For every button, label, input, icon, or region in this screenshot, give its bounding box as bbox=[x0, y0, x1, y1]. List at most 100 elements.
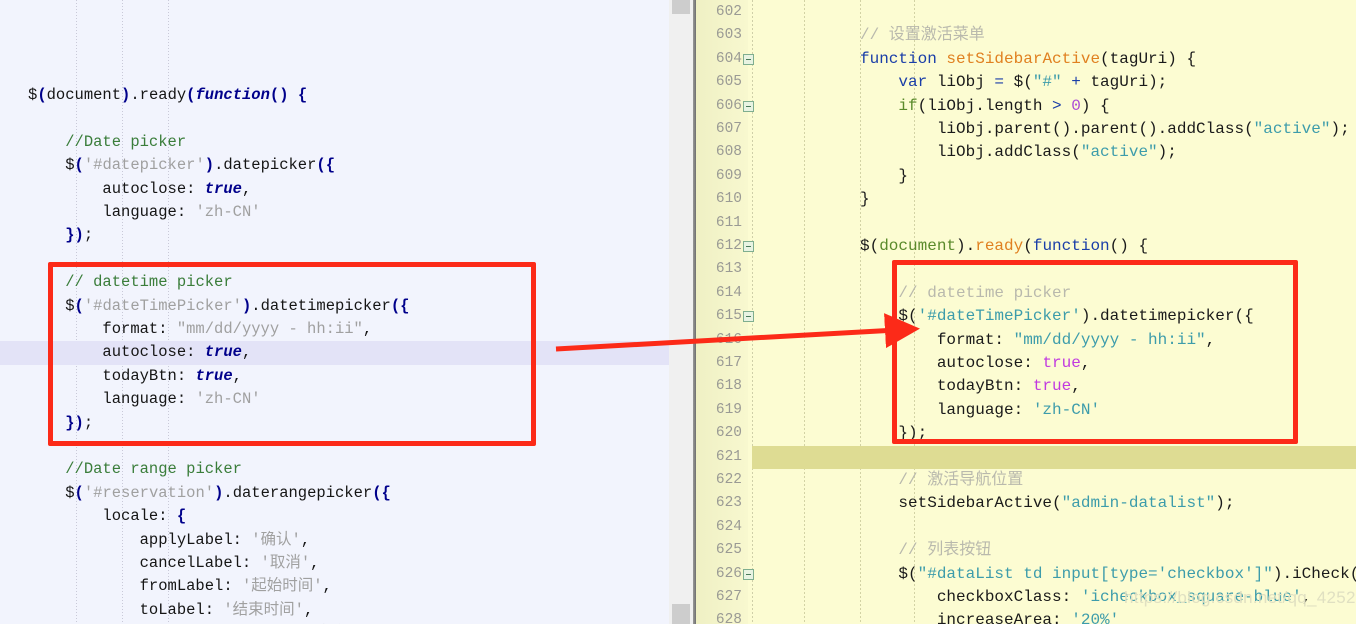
code-token: '20%' bbox=[1071, 611, 1120, 624]
code-token: ) bbox=[204, 156, 215, 175]
left-highlight-box bbox=[48, 262, 536, 446]
fold-toggle-icon[interactable] bbox=[743, 311, 754, 323]
fold-toggle-icon[interactable] bbox=[743, 568, 754, 580]
code-token: // 列表按钮 bbox=[898, 541, 992, 560]
code-token: (tagUri) { bbox=[1100, 49, 1197, 68]
line-number: 610 bbox=[715, 191, 742, 208]
code-token: cancelLabel: bbox=[28, 554, 261, 572]
code-token: '#reservation' bbox=[83, 483, 215, 502]
right-highlight-box bbox=[892, 260, 1298, 444]
line-number: 611 bbox=[715, 214, 742, 231]
code-token: "admin-datalist" bbox=[1061, 494, 1216, 513]
code-token: autoclose: bbox=[28, 179, 205, 198]
code-line: autoclose: true, bbox=[0, 178, 669, 201]
code-token: checkboxClass: bbox=[860, 588, 1081, 606]
code-token: '确认' bbox=[251, 530, 301, 549]
code-line: if(liObj.length > 0) { bbox=[696, 95, 1356, 118]
code-line: function setSidebarActive(tagUri) { bbox=[696, 48, 1356, 71]
scrollbar-thumb-bottom[interactable] bbox=[672, 604, 690, 624]
line-number: 621 bbox=[715, 448, 742, 465]
code-token: language: bbox=[28, 203, 196, 221]
line-number: 612 bbox=[715, 238, 742, 254]
fold-toggle-icon[interactable] bbox=[743, 241, 754, 252]
code-line: //Date picker bbox=[0, 131, 669, 154]
code-line: $(document).ready(function() { bbox=[696, 235, 1356, 258]
line-number: 627 bbox=[715, 589, 742, 605]
line-number: 616 bbox=[715, 331, 742, 348]
code-token: fromLabel: bbox=[28, 577, 242, 596]
code-token: .datepicker bbox=[214, 156, 317, 175]
csdn-watermark: https://blog.csdn.net/qq_42528769 bbox=[1124, 588, 1356, 607]
code-line: // 设置激活菜单 bbox=[696, 24, 1356, 47]
code-token: 'zh-CN' bbox=[195, 203, 261, 221]
code-token: ) bbox=[121, 86, 131, 104]
code-line: liObj.addClass("active"); bbox=[696, 141, 1356, 164]
line-number: 618 bbox=[715, 378, 742, 395]
code-token: (liObj.length bbox=[917, 96, 1053, 115]
code-line: fromLabel: '起始时间', bbox=[0, 575, 669, 598]
line-number: 628 bbox=[715, 612, 742, 624]
code-line: setSidebarActive("admin-datalist"); bbox=[696, 492, 1356, 515]
code-token: ); bbox=[1215, 494, 1235, 513]
line-number: 624 bbox=[715, 518, 742, 535]
code-token: liObj.addClass( bbox=[860, 143, 1081, 162]
code-token: "#" bbox=[1032, 73, 1062, 92]
code-token: 0 bbox=[1071, 96, 1081, 115]
code-token: ).iCheck({ bbox=[1272, 564, 1356, 583]
code-line: toLabel: '结束时间', bbox=[0, 599, 669, 622]
code-token: '起始时间' bbox=[241, 577, 323, 596]
code-token: //Date picker bbox=[65, 132, 187, 151]
line-number: 608 bbox=[715, 144, 742, 161]
line-number: 622 bbox=[715, 472, 742, 488]
scrollbar-track[interactable] bbox=[669, 0, 693, 624]
line-number: 607 bbox=[715, 121, 742, 137]
line-number: 625 bbox=[715, 542, 742, 559]
code-token: { bbox=[176, 507, 187, 526]
code-line: locale: { bbox=[0, 505, 669, 528]
code-token: $ bbox=[65, 483, 75, 502]
code-token: ). bbox=[956, 237, 976, 255]
code-token: //Date range picker bbox=[65, 460, 242, 479]
code-token: // 设置激活菜单 bbox=[860, 26, 985, 45]
line-number: 619 bbox=[715, 401, 742, 418]
scrollbar-thumb-top[interactable] bbox=[672, 0, 690, 14]
code-token: () bbox=[269, 86, 289, 104]
code-line: } bbox=[696, 165, 1356, 188]
code-token: ({ bbox=[372, 483, 391, 502]
code-token: toLabel: bbox=[28, 600, 224, 619]
code-token: } bbox=[860, 166, 909, 185]
code-token: $ bbox=[28, 86, 38, 104]
code-token: '结束时间' bbox=[223, 600, 304, 619]
code-token: tagUri); bbox=[1090, 73, 1168, 92]
code-token: $ bbox=[65, 156, 75, 175]
code-token: + bbox=[1061, 73, 1091, 92]
code-line: cancelLabel: '取消', bbox=[0, 552, 669, 575]
code-token: ( bbox=[74, 156, 84, 175]
line-number: 613 bbox=[715, 261, 742, 278]
code-line: increaseArea: '20%' bbox=[696, 609, 1356, 624]
code-token: > bbox=[1052, 96, 1072, 115]
code-token: "#dataList td input[type='checkbox']" bbox=[917, 564, 1273, 583]
code-token: = bbox=[994, 73, 1014, 92]
code-token: locale: bbox=[28, 507, 177, 526]
code-token: , bbox=[303, 600, 314, 619]
line-number: 603 bbox=[715, 27, 742, 44]
code-line: }); bbox=[0, 224, 669, 247]
code-line: $(document).ready(function() { bbox=[0, 84, 669, 107]
fold-toggle-icon[interactable] bbox=[743, 100, 754, 112]
code-token: , bbox=[300, 530, 311, 549]
line-number: 605 bbox=[715, 74, 742, 91]
code-line: applyLabel: '确认', bbox=[0, 529, 669, 552]
code-token: ); bbox=[1157, 143, 1177, 162]
line-number: 604 bbox=[715, 50, 742, 67]
code-token: $( bbox=[1013, 73, 1033, 92]
fold-toggle-icon[interactable] bbox=[743, 53, 754, 65]
